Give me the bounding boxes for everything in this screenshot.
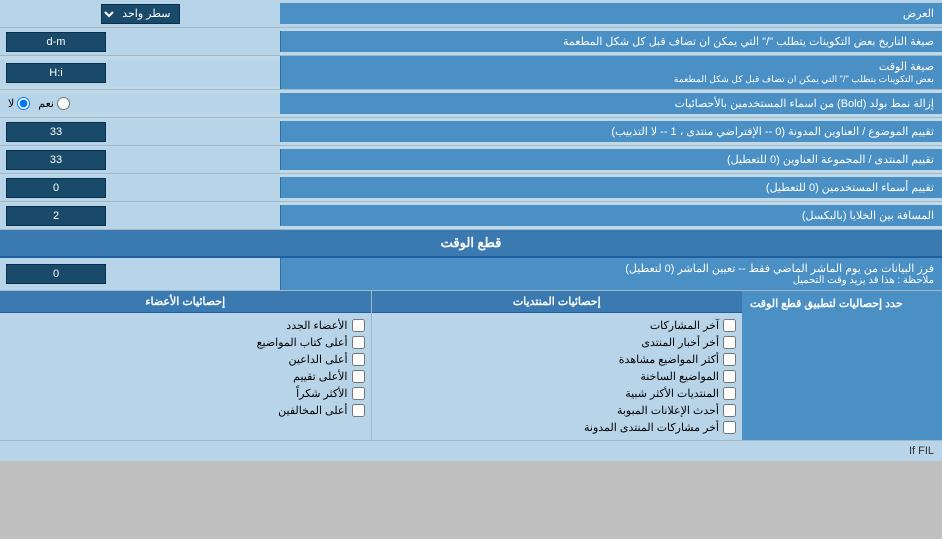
gap-input-area	[0, 203, 280, 229]
topic-order-row: تقييم الموضوع / العناوين المدونة (0 -- ا…	[0, 118, 942, 146]
bold-radio-area: نعم لا	[0, 94, 280, 113]
list-item: أكثر المواضيع مشاهدة	[378, 351, 737, 368]
col1-item-7-label: أخر مشاركات المنتدى المدونة	[584, 421, 719, 434]
time-format-row: صيغة الوقتبعض التكوينات يتطلب "/" التي ي…	[0, 56, 942, 90]
gap-input[interactable]	[6, 206, 106, 226]
col1-item-3-label: أكثر المواضيع مشاهدة	[619, 353, 719, 366]
col2-item-2-label: أعلى كتاب المواضيع	[257, 336, 348, 349]
col2-item-3-checkbox[interactable]	[352, 353, 365, 366]
col2-item-4-checkbox[interactable]	[352, 370, 365, 383]
list-item: المواضيع الساخنة	[378, 368, 737, 385]
col2-item-5-checkbox[interactable]	[352, 387, 365, 400]
bold-no-option: لا	[8, 97, 30, 110]
col1-item-3-checkbox[interactable]	[723, 353, 736, 366]
list-item: أعلى المخالفين	[6, 402, 365, 419]
col1-item-6-checkbox[interactable]	[723, 404, 736, 417]
stats-columns-wrapper: إحصائيات المنتديات آخر المشاركات أخر أخب…	[0, 291, 742, 440]
col1-item-6-label: أحدث الإعلانات المبوبة	[617, 404, 719, 417]
list-item: أحدث الإعلانات المبوبة	[378, 402, 737, 419]
col2-item-1-label: الأعضاء الجدد	[286, 319, 347, 332]
date-format-input-area	[0, 29, 280, 55]
list-item: أعلى الداعين	[6, 351, 365, 368]
time-format-input[interactable]	[6, 63, 106, 83]
forum-order-input[interactable]	[6, 150, 106, 170]
col2-item-1-checkbox[interactable]	[352, 319, 365, 332]
time-format-label: صيغة الوقتبعض التكوينات يتطلب "/" التي ي…	[280, 56, 942, 89]
main-container: العرض سطر واحد صيغة التاريخ بعض التكوينا…	[0, 0, 942, 461]
gap-label: المسافة بين الخلايا (بالبكسل)	[280, 205, 942, 226]
user-names-input[interactable]	[6, 178, 106, 198]
bold-yes-radio[interactable]	[57, 97, 70, 110]
display-mode-select-area: سطر واحد	[0, 1, 280, 27]
col1-item-4-checkbox[interactable]	[723, 370, 736, 383]
list-item: الأكثر شكراً	[6, 385, 365, 402]
col1-item-5-label: المنتديات الأكثر شبية	[625, 387, 719, 400]
list-item: آخر المشاركات	[378, 317, 737, 334]
cutoff-input[interactable]	[6, 264, 106, 284]
bold-yes-label: نعم	[38, 97, 54, 110]
col1-item-2-label: أخر أخبار المنتدى	[641, 336, 719, 349]
col1-item-1-checkbox[interactable]	[723, 319, 736, 332]
bold-row: إزالة نمط بولد (Bold) من اسماء المستخدمي…	[0, 90, 942, 118]
forum-order-row: تقييم المنتدى / المجموعة العناوين (0 للت…	[0, 146, 942, 174]
date-format-label: صيغة التاريخ بعض التكوينات يتطلب "/" الت…	[280, 31, 942, 52]
gap-row: المسافة بين الخلايا (بالبكسل)	[0, 202, 942, 230]
user-names-label: تقييم أسماء المستخدمين (0 للتعطيل)	[280, 177, 942, 198]
cutoff-label: فرز البيانات من يوم الماشر الماضي فقط --…	[280, 258, 942, 290]
col1: إحصائيات المنتديات آخر المشاركات أخر أخب…	[371, 291, 743, 440]
col2: إحصائيات الأعضاء الأعضاء الجدد أعلى كتاب…	[0, 291, 371, 440]
col1-items: آخر المشاركات أخر أخبار المنتدى أكثر الم…	[372, 313, 743, 440]
list-item: أخر مشاركات المنتدى المدونة	[378, 419, 737, 436]
display-mode-row: العرض سطر واحد	[0, 0, 942, 28]
list-item: الأعلى تقييم	[6, 368, 365, 385]
bold-label: إزالة نمط بولد (Bold) من اسماء المستخدمي…	[280, 93, 942, 114]
list-item: أخر أخبار المنتدى	[378, 334, 737, 351]
forum-order-input-area	[0, 147, 280, 173]
topic-order-label: تقييم الموضوع / العناوين المدونة (0 -- ا…	[280, 121, 942, 142]
col2-item-6-label: أعلى المخالفين	[278, 404, 347, 417]
col2-item-6-checkbox[interactable]	[352, 404, 365, 417]
limit-label: حدد إحصاليات لتطبيق قطع الوقت	[742, 291, 942, 440]
cutoff-row: فرز البيانات من يوم الماشر الماضي فقط --…	[0, 258, 942, 291]
forum-order-label: تقييم المنتدى / المجموعة العناوين (0 للت…	[280, 149, 942, 170]
time-format-input-area	[0, 60, 280, 86]
col1-item-7-checkbox[interactable]	[723, 421, 736, 434]
bold-no-label: لا	[8, 97, 14, 110]
col2-item-5-label: الأكثر شكراً	[296, 387, 347, 400]
user-names-input-area	[0, 175, 280, 201]
cutoff-section-header: قطع الوقت	[0, 230, 942, 258]
col2-items: الأعضاء الجدد أعلى كتاب المواضيع أعلى ال…	[0, 313, 371, 423]
list-item: الأعضاء الجدد	[6, 317, 365, 334]
list-item: أعلى كتاب المواضيع	[6, 334, 365, 351]
date-format-input[interactable]	[6, 32, 106, 52]
topic-order-input-area	[0, 119, 280, 145]
col2-item-4-label: الأعلى تقييم	[293, 370, 347, 383]
col1-item-5-checkbox[interactable]	[723, 387, 736, 400]
col1-item-1-label: آخر المشاركات	[650, 319, 719, 332]
date-format-row: صيغة التاريخ بعض التكوينات يتطلب "/" الت…	[0, 28, 942, 56]
col1-item-2-checkbox[interactable]	[723, 336, 736, 349]
list-item: المنتديات الأكثر شبية	[378, 385, 737, 402]
col1-item-4-label: المواضيع الساخنة	[640, 370, 719, 383]
col2-item-3-label: أعلى الداعين	[289, 353, 348, 366]
user-names-row: تقييم أسماء المستخدمين (0 للتعطيل)	[0, 174, 942, 202]
display-mode-label: العرض	[280, 3, 942, 24]
if-fil-note: If FIL	[0, 440, 942, 461]
topic-order-input[interactable]	[6, 122, 106, 142]
bold-no-radio[interactable]	[17, 97, 30, 110]
col1-header: إحصائيات المنتديات	[372, 291, 743, 313]
bold-yes-option: نعم	[38, 97, 70, 110]
cutoff-input-area	[0, 258, 280, 290]
col2-item-2-checkbox[interactable]	[352, 336, 365, 349]
col2-header: إحصائيات الأعضاء	[0, 291, 371, 313]
stats-area: حدد إحصاليات لتطبيق قطع الوقت إحصائيات ا…	[0, 291, 942, 440]
display-mode-select[interactable]: سطر واحد	[101, 4, 180, 24]
